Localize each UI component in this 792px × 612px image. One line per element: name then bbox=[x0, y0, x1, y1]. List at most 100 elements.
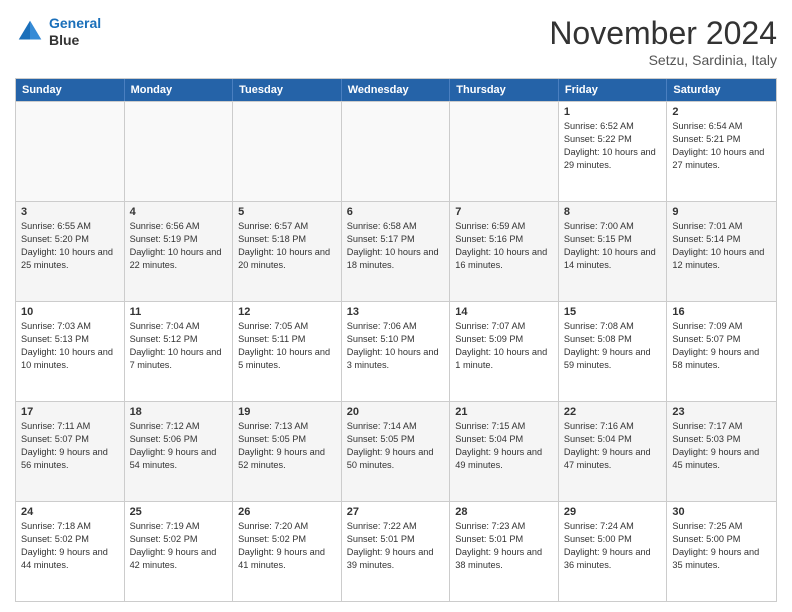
calendar-body: 1 Sunrise: 6:52 AM Sunset: 5:22 PM Daylig… bbox=[16, 101, 776, 601]
day-number: 14 bbox=[455, 306, 553, 318]
day-number: 21 bbox=[455, 406, 553, 418]
header-day-wednesday: Wednesday bbox=[342, 79, 451, 101]
calendar-header: SundayMondayTuesdayWednesdayThursdayFrid… bbox=[16, 79, 776, 101]
calendar-cell: 27 Sunrise: 7:22 AM Sunset: 5:01 PM Dayli… bbox=[342, 502, 451, 601]
day-info: Sunrise: 7:22 AM Sunset: 5:01 PM Dayligh… bbox=[347, 520, 445, 572]
logo-text: General Blue bbox=[49, 15, 101, 49]
calendar-cell: 3Sunrise: 6:55 AM Sunset: 5:20 PM Daylig… bbox=[16, 202, 125, 301]
header-day-friday: Friday bbox=[559, 79, 668, 101]
day-info: Sunrise: 7:23 AM Sunset: 5:01 PM Dayligh… bbox=[455, 520, 553, 572]
day-number: 29 bbox=[564, 506, 662, 518]
day-info: Sunrise: 6:58 AM Sunset: 5:17 PM Dayligh… bbox=[347, 220, 445, 272]
calendar-cell: 7Sunrise: 6:59 AM Sunset: 5:16 PM Daylig… bbox=[450, 202, 559, 301]
header-day-sunday: Sunday bbox=[16, 79, 125, 101]
day-number: 9 bbox=[672, 206, 771, 218]
day-info: Sunrise: 7:16 AM Sunset: 5:04 PM Dayligh… bbox=[564, 420, 662, 472]
day-number: 25 bbox=[130, 506, 228, 518]
day-number: 15 bbox=[564, 306, 662, 318]
day-info: Sunrise: 7:03 AM Sunset: 5:13 PM Dayligh… bbox=[21, 320, 119, 372]
day-info: Sunrise: 6:56 AM Sunset: 5:19 PM Dayligh… bbox=[130, 220, 228, 272]
title-block: November 2024 Setzu, Sardinia, Italy bbox=[549, 15, 777, 68]
day-info: Sunrise: 7:04 AM Sunset: 5:12 PM Dayligh… bbox=[130, 320, 228, 372]
logo-icon bbox=[15, 17, 45, 47]
day-number: 2 bbox=[672, 106, 771, 118]
calendar-cell: 17 Sunrise: 7:11 AM Sunset: 5:07 PM Dayli… bbox=[16, 402, 125, 501]
calendar-cell: 13Sunrise: 7:06 AM Sunset: 5:10 PM Dayli… bbox=[342, 302, 451, 401]
calendar-cell: 11 Sunrise: 7:04 AM Sunset: 5:12 PM Dayli… bbox=[125, 302, 234, 401]
calendar-cell: 6Sunrise: 6:58 AM Sunset: 5:17 PM Daylig… bbox=[342, 202, 451, 301]
day-info: Sunrise: 6:55 AM Sunset: 5:20 PM Dayligh… bbox=[21, 220, 119, 272]
day-info: Sunrise: 7:09 AM Sunset: 5:07 PM Dayligh… bbox=[672, 320, 771, 372]
calendar-cell: 15 Sunrise: 7:08 AM Sunset: 5:08 PM Dayli… bbox=[559, 302, 668, 401]
day-info: Sunrise: 7:11 AM Sunset: 5:07 PM Dayligh… bbox=[21, 420, 119, 472]
day-info: Sunrise: 7:14 AM Sunset: 5:05 PM Dayligh… bbox=[347, 420, 445, 472]
day-number: 28 bbox=[455, 506, 553, 518]
calendar-cell: 30Sunrise: 7:25 AM Sunset: 5:00 PM Dayli… bbox=[667, 502, 776, 601]
day-info: Sunrise: 7:07 AM Sunset: 5:09 PM Dayligh… bbox=[455, 320, 553, 372]
calendar-cell: 24Sunrise: 7:18 AM Sunset: 5:02 PM Dayli… bbox=[16, 502, 125, 601]
calendar-cell: 12 Sunrise: 7:05 AM Sunset: 5:11 PM Dayli… bbox=[233, 302, 342, 401]
day-number: 12 bbox=[238, 306, 336, 318]
day-info: Sunrise: 6:57 AM Sunset: 5:18 PM Dayligh… bbox=[238, 220, 336, 272]
day-info: Sunrise: 7:01 AM Sunset: 5:14 PM Dayligh… bbox=[672, 220, 771, 272]
calendar-cell: 2Sunrise: 6:54 AM Sunset: 5:21 PM Daylig… bbox=[667, 102, 776, 201]
day-info: Sunrise: 7:08 AM Sunset: 5:08 PM Dayligh… bbox=[564, 320, 662, 372]
day-info: Sunrise: 7:25 AM Sunset: 5:00 PM Dayligh… bbox=[672, 520, 771, 572]
calendar-cell: 23 Sunrise: 7:17 AM Sunset: 5:03 PM Dayli… bbox=[667, 402, 776, 501]
day-info: Sunrise: 7:24 AM Sunset: 5:00 PM Dayligh… bbox=[564, 520, 662, 572]
calendar-cell bbox=[125, 102, 234, 201]
calendar-cell: 5 Sunrise: 6:57 AM Sunset: 5:18 PM Daylig… bbox=[233, 202, 342, 301]
calendar-row-0: 1 Sunrise: 6:52 AM Sunset: 5:22 PM Daylig… bbox=[16, 101, 776, 201]
calendar-cell: 9 Sunrise: 7:01 AM Sunset: 5:14 PM Daylig… bbox=[667, 202, 776, 301]
page: General Blue November 2024 Setzu, Sardin… bbox=[0, 0, 792, 612]
header-day-tuesday: Tuesday bbox=[233, 79, 342, 101]
calendar-cell bbox=[16, 102, 125, 201]
day-number: 11 bbox=[130, 306, 228, 318]
calendar-row-2: 10 Sunrise: 7:03 AM Sunset: 5:13 PM Dayli… bbox=[16, 301, 776, 401]
day-number: 24 bbox=[21, 506, 119, 518]
day-info: Sunrise: 7:12 AM Sunset: 5:06 PM Dayligh… bbox=[130, 420, 228, 472]
calendar-cell: 10 Sunrise: 7:03 AM Sunset: 5:13 PM Dayli… bbox=[16, 302, 125, 401]
calendar-cell bbox=[450, 102, 559, 201]
header-day-monday: Monday bbox=[125, 79, 234, 101]
calendar-cell: 21 Sunrise: 7:15 AM Sunset: 5:04 PM Dayli… bbox=[450, 402, 559, 501]
day-number: 8 bbox=[564, 206, 662, 218]
day-number: 20 bbox=[347, 406, 445, 418]
day-number: 17 bbox=[21, 406, 119, 418]
day-info: Sunrise: 7:13 AM Sunset: 5:05 PM Dayligh… bbox=[238, 420, 336, 472]
calendar-cell: 28 Sunrise: 7:23 AM Sunset: 5:01 PM Dayli… bbox=[450, 502, 559, 601]
calendar-cell: 18 Sunrise: 7:12 AM Sunset: 5:06 PM Dayli… bbox=[125, 402, 234, 501]
day-number: 18 bbox=[130, 406, 228, 418]
day-number: 5 bbox=[238, 206, 336, 218]
calendar-cell: 25Sunrise: 7:19 AM Sunset: 5:02 PM Dayli… bbox=[125, 502, 234, 601]
month-title: November 2024 bbox=[549, 15, 777, 52]
header: General Blue November 2024 Setzu, Sardin… bbox=[15, 15, 777, 68]
calendar-cell: 4Sunrise: 6:56 AM Sunset: 5:19 PM Daylig… bbox=[125, 202, 234, 301]
day-number: 10 bbox=[21, 306, 119, 318]
calendar-cell: 20 Sunrise: 7:14 AM Sunset: 5:05 PM Dayli… bbox=[342, 402, 451, 501]
day-info: Sunrise: 7:05 AM Sunset: 5:11 PM Dayligh… bbox=[238, 320, 336, 372]
calendar-cell bbox=[233, 102, 342, 201]
calendar-cell: 16 Sunrise: 7:09 AM Sunset: 5:07 PM Dayli… bbox=[667, 302, 776, 401]
day-number: 16 bbox=[672, 306, 771, 318]
subtitle: Setzu, Sardinia, Italy bbox=[549, 52, 777, 68]
day-info: Sunrise: 7:20 AM Sunset: 5:02 PM Dayligh… bbox=[238, 520, 336, 572]
day-number: 22 bbox=[564, 406, 662, 418]
day-info: Sunrise: 6:52 AM Sunset: 5:22 PM Dayligh… bbox=[564, 120, 662, 172]
calendar-row-3: 17 Sunrise: 7:11 AM Sunset: 5:07 PM Dayli… bbox=[16, 401, 776, 501]
day-number: 1 bbox=[564, 106, 662, 118]
header-day-saturday: Saturday bbox=[667, 79, 776, 101]
calendar-cell: 8 Sunrise: 7:00 AM Sunset: 5:15 PM Daylig… bbox=[559, 202, 668, 301]
calendar-cell bbox=[342, 102, 451, 201]
calendar-row-1: 3Sunrise: 6:55 AM Sunset: 5:20 PM Daylig… bbox=[16, 201, 776, 301]
day-info: Sunrise: 7:00 AM Sunset: 5:15 PM Dayligh… bbox=[564, 220, 662, 272]
day-info: Sunrise: 7:17 AM Sunset: 5:03 PM Dayligh… bbox=[672, 420, 771, 472]
day-info: Sunrise: 6:59 AM Sunset: 5:16 PM Dayligh… bbox=[455, 220, 553, 272]
day-number: 27 bbox=[347, 506, 445, 518]
calendar-cell: 29 Sunrise: 7:24 AM Sunset: 5:00 PM Dayli… bbox=[559, 502, 668, 601]
calendar-cell: 1 Sunrise: 6:52 AM Sunset: 5:22 PM Daylig… bbox=[559, 102, 668, 201]
calendar: SundayMondayTuesdayWednesdayThursdayFrid… bbox=[15, 78, 777, 602]
calendar-cell: 26Sunrise: 7:20 AM Sunset: 5:02 PM Dayli… bbox=[233, 502, 342, 601]
day-info: Sunrise: 7:15 AM Sunset: 5:04 PM Dayligh… bbox=[455, 420, 553, 472]
day-number: 23 bbox=[672, 406, 771, 418]
